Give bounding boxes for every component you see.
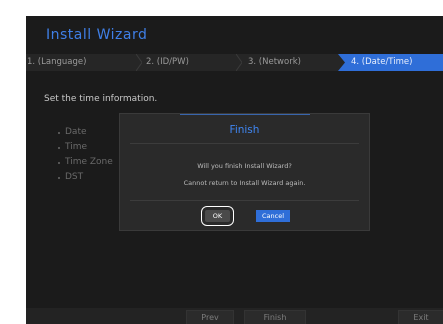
step-id-pw[interactable]: 2. (ID/PW) (146, 54, 189, 71)
wizard-title: Install Wizard (46, 27, 148, 43)
step-separator-icon (236, 54, 242, 71)
step-network[interactable]: 3. (Network) (248, 54, 301, 71)
finish-button[interactable]: Finish (244, 310, 306, 324)
bullet-icon (58, 177, 60, 179)
time-fields: Date Time Time Zone DST (58, 125, 113, 185)
field-dst: DST (58, 170, 113, 185)
dialog-message-line2: Cannot return to Install Wizard again. (183, 179, 306, 187)
cancel-button[interactable]: Cancel (256, 210, 290, 222)
ok-button[interactable]: OK (201, 206, 234, 226)
dialog-accent-line (180, 114, 310, 115)
instruction-text: Set the time information. (44, 94, 158, 104)
step-language[interactable]: 1. (Language) (27, 54, 86, 71)
field-time-label: Time (65, 142, 88, 152)
dialog-divider (130, 200, 359, 201)
bullet-icon (58, 162, 60, 164)
dialog-title: Finish (229, 124, 260, 136)
field-time-zone-label: Time Zone (65, 157, 113, 167)
field-date: Date (58, 125, 113, 140)
step-date-time[interactable]: 4. (Date/Time) (338, 54, 443, 71)
step-separator-icon (136, 54, 142, 71)
field-time: Time (58, 140, 113, 155)
field-time-zone: Time Zone (58, 155, 113, 170)
bullet-icon (58, 132, 60, 134)
wizard-steps: 1. (Language) 2. (ID/PW) 3. (Network) 4.… (26, 54, 443, 71)
prev-button[interactable]: Prev (186, 310, 234, 324)
dialog-divider (130, 143, 359, 144)
field-date-label: Date (65, 127, 87, 137)
exit-button[interactable]: Exit (398, 310, 443, 324)
field-dst-label: DST (65, 172, 84, 182)
dialog-message-line1: Will you finish Install Wizard? (197, 162, 292, 170)
bottom-bar (26, 308, 443, 324)
finish-dialog: Finish Will you finish Install Wizard? C… (119, 113, 370, 231)
install-wizard-screen: Install Wizard 1. (Language) 2. (ID/PW) … (26, 16, 443, 324)
bullet-icon (58, 147, 60, 149)
